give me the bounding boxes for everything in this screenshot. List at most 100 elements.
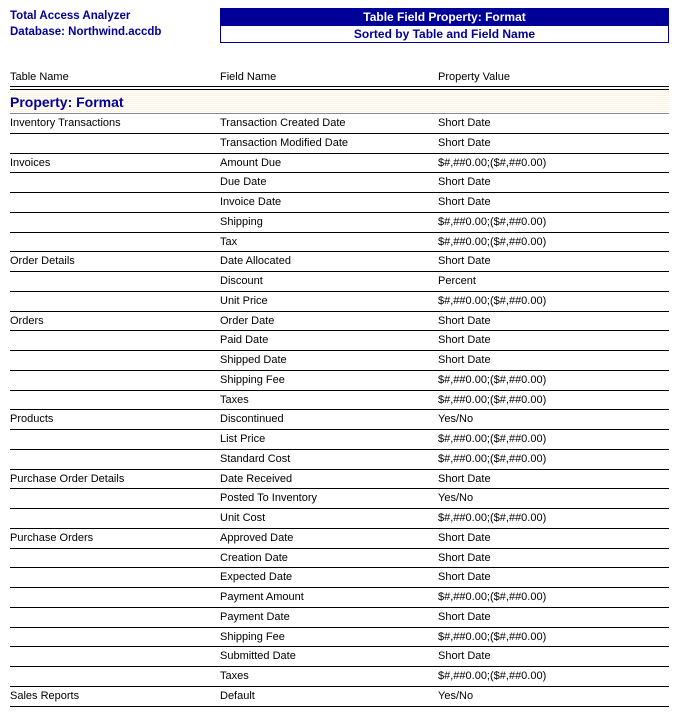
cell-field-name: Taxes [220,670,438,684]
col-header-field: Field Name [220,71,438,83]
table-row: Transaction Modified DateShort Date [10,134,669,154]
cell-table-name: Order Details [10,255,220,269]
cell-field-name: Shipping Fee [220,374,438,388]
report-title: Table Field Property: Format [220,8,669,26]
table-row: Posted To InventoryYes/No [10,489,669,509]
cell-table-name [10,631,220,645]
table-row: Expected DateShort Date [10,568,669,588]
cell-table-name: Purchase Order Details [10,473,220,487]
cell-field-name: Date Received [220,473,438,487]
cell-field-name: Transaction Modified Date [220,137,438,151]
cell-property-value: Short Date [438,650,669,664]
table-row: Creation DateShort Date [10,549,669,569]
table-row: Payment DateShort Date [10,608,669,628]
cell-field-name: Taxes [220,394,438,408]
table-row: Purchase OrdersApproved DateShort Date [10,529,669,549]
cell-property-value: Short Date [438,315,669,329]
cell-table-name [10,611,220,625]
cell-table-name [10,374,220,388]
cell-table-name [10,334,220,348]
col-header-table: Table Name [10,71,220,83]
cell-field-name: Standard Cost [220,453,438,467]
cell-field-name: Date Allocated [220,255,438,269]
cell-table-name: Inventory Transactions [10,117,220,131]
cell-property-value: $#,##0.00;($#,##0.00) [438,453,669,467]
cell-property-value: Short Date [438,255,669,269]
cell-property-value: Short Date [438,334,669,348]
cell-property-value: $#,##0.00;($#,##0.00) [438,374,669,388]
cell-field-name: Tax [220,236,438,250]
cell-table-name [10,354,220,368]
cell-property-value: Short Date [438,611,669,625]
cell-field-name: Transaction Created Date [220,117,438,131]
cell-field-name: Shipping [220,216,438,230]
cell-property-value: Short Date [438,473,669,487]
table-row: Shipping Fee$#,##0.00;($#,##0.00) [10,628,669,648]
cell-property-value: $#,##0.00;($#,##0.00) [438,216,669,230]
cell-property-value: $#,##0.00;($#,##0.00) [438,433,669,447]
table-row: Invoice DateShort Date [10,193,669,213]
table-row: Payment Amount$#,##0.00;($#,##0.00) [10,588,669,608]
cell-field-name: Payment Date [220,611,438,625]
cell-property-value: Short Date [438,354,669,368]
cell-property-value: $#,##0.00;($#,##0.00) [438,394,669,408]
cell-table-name [10,453,220,467]
table-row: Unit Price$#,##0.00;($#,##0.00) [10,292,669,312]
app-title: Total Access Analyzer [10,8,220,24]
table-row: InvoicesAmount Due$#,##0.00;($#,##0.00) [10,154,669,174]
cell-table-name [10,512,220,526]
cell-field-name: Shipping Fee [220,631,438,645]
cell-field-name: Unit Price [220,295,438,309]
cell-table-name [10,216,220,230]
cell-field-name: Submitted Date [220,650,438,664]
report-header: Total Access Analyzer Database: Northwin… [10,8,669,43]
cell-property-value: $#,##0.00;($#,##0.00) [438,157,669,171]
cell-table-name [10,670,220,684]
cell-property-value: Yes/No [438,413,669,427]
table-row: Paid DateShort Date [10,331,669,351]
cell-property-value: $#,##0.00;($#,##0.00) [438,591,669,605]
cell-property-value: Short Date [438,532,669,546]
cell-table-name [10,236,220,250]
cell-table-name [10,492,220,506]
cell-table-name: Sales Reports [10,690,220,704]
cell-field-name: Due Date [220,176,438,190]
cell-property-value: $#,##0.00;($#,##0.00) [438,512,669,526]
cell-property-value: Percent [438,275,669,289]
table-row: Taxes$#,##0.00;($#,##0.00) [10,391,669,411]
data-rows: Inventory TransactionsTransaction Create… [10,114,669,707]
cell-table-name: Invoices [10,157,220,171]
cell-table-name [10,394,220,408]
database-label: Database: Northwind.accdb [10,24,220,40]
cell-table-name [10,275,220,289]
cell-property-value: Short Date [438,176,669,190]
cell-field-name: List Price [220,433,438,447]
cell-table-name [10,295,220,309]
cell-field-name: Approved Date [220,532,438,546]
cell-property-value: Yes/No [438,492,669,506]
table-row: Due DateShort Date [10,173,669,193]
cell-field-name: Discontinued [220,413,438,427]
cell-field-name: Default [220,690,438,704]
cell-table-name: Products [10,413,220,427]
cell-field-name: Creation Date [220,552,438,566]
cell-field-name: Invoice Date [220,196,438,210]
cell-table-name: Purchase Orders [10,532,220,546]
cell-field-name: Payment Amount [220,591,438,605]
cell-table-name [10,137,220,151]
cell-field-name: Shipped Date [220,354,438,368]
cell-property-value: $#,##0.00;($#,##0.00) [438,236,669,250]
cell-field-name: Order Date [220,315,438,329]
cell-table-name [10,552,220,566]
cell-property-value: Short Date [438,571,669,585]
property-group-header: Property: Format [10,90,669,114]
table-row: Inventory TransactionsTransaction Create… [10,114,669,134]
cell-field-name: Paid Date [220,334,438,348]
cell-property-value: Short Date [438,552,669,566]
cell-property-value: Yes/No [438,690,669,704]
cell-field-name: Posted To Inventory [220,492,438,506]
cell-table-name [10,571,220,585]
table-row: Purchase Order DetailsDate ReceivedShort… [10,470,669,490]
cell-property-value: $#,##0.00;($#,##0.00) [438,631,669,645]
table-row: Submitted DateShort Date [10,647,669,667]
